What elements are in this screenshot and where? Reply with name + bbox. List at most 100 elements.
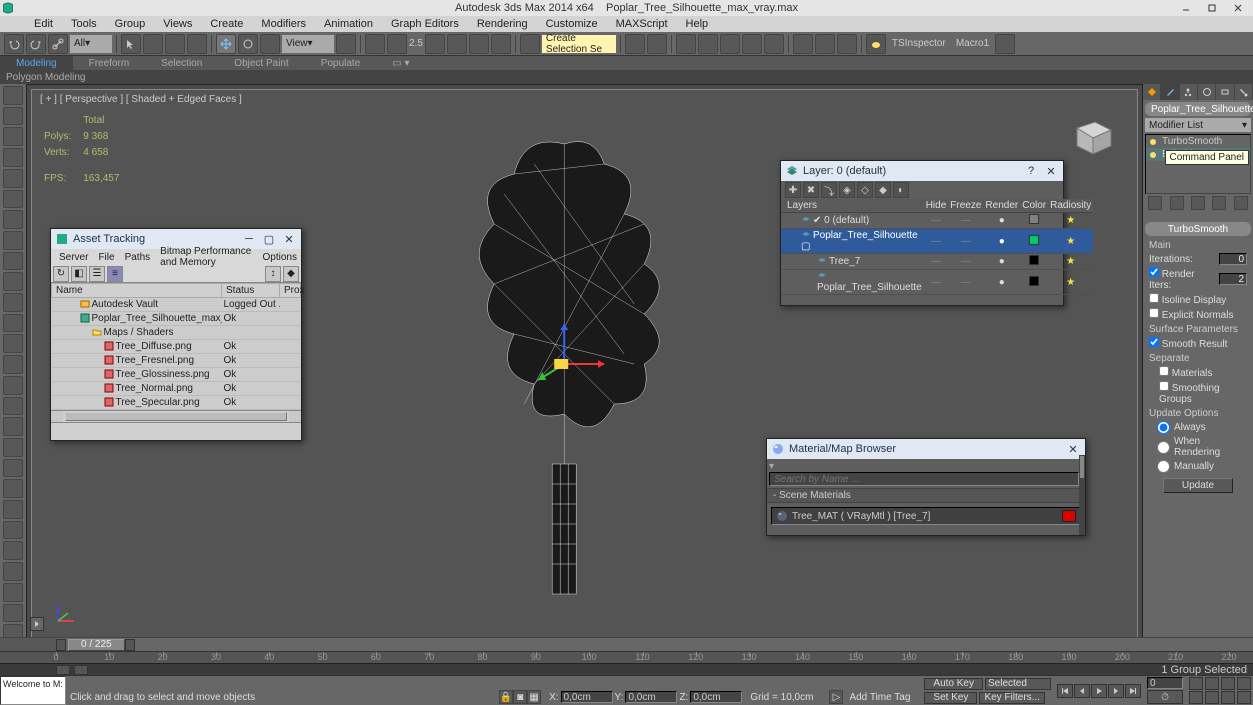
trackbar-filter[interactable] bbox=[74, 665, 88, 675]
asset-row[interactable]: Maps / Shaders bbox=[52, 326, 301, 340]
lt-btn-8[interactable] bbox=[3, 231, 23, 250]
cmd-tab-motion[interactable] bbox=[1198, 84, 1216, 100]
menu-rendering[interactable]: Rendering bbox=[469, 18, 536, 30]
percent-snap-button[interactable] bbox=[469, 34, 489, 54]
lt-btn-2[interactable] bbox=[3, 107, 23, 126]
next-frame-button[interactable] bbox=[1108, 684, 1124, 698]
layer-manager-button[interactable] bbox=[676, 34, 696, 54]
layer-row[interactable]: Poplar_Tree_Silhouette ▢——●★ bbox=[781, 229, 1093, 254]
render-iters-checkbox[interactable] bbox=[1149, 267, 1159, 277]
trackbar-key-mode[interactable] bbox=[56, 665, 70, 675]
asset-tree-button[interactable]: ☰ bbox=[89, 266, 105, 282]
asset-tracking-dialog[interactable]: Asset Tracking ─ ▢ ✕ ServerFilePathsBitm… bbox=[50, 228, 302, 441]
lt-btn-17[interactable] bbox=[3, 417, 23, 436]
ribbon-tab-freeform[interactable]: Freeform bbox=[73, 56, 146, 70]
cmd-tab-create[interactable] bbox=[1143, 84, 1161, 100]
isolate-button[interactable]: ◙ bbox=[513, 690, 527, 704]
asset-menu-paths[interactable]: Paths bbox=[121, 252, 155, 263]
menu-modifiers[interactable]: Modifiers bbox=[253, 18, 314, 30]
rotate-button[interactable] bbox=[238, 34, 258, 54]
lt-btn-25[interactable] bbox=[3, 583, 23, 602]
menu-views[interactable]: Views bbox=[155, 18, 200, 30]
ribbon-tab-populate[interactable]: Populate bbox=[305, 56, 376, 70]
render-setup-button[interactable] bbox=[793, 34, 813, 54]
close-button[interactable] bbox=[1225, 0, 1251, 16]
lt-btn-20[interactable] bbox=[3, 479, 23, 498]
render-button[interactable] bbox=[837, 34, 857, 54]
teapot-icon[interactable] bbox=[866, 34, 886, 54]
menu-group[interactable]: Group bbox=[107, 18, 154, 30]
lt-btn-12[interactable] bbox=[3, 314, 23, 333]
lt-btn-16[interactable] bbox=[3, 397, 23, 416]
object-name-field[interactable]: Poplar_Tree_Silhouette bbox=[1145, 102, 1251, 116]
toolbar-expand-button[interactable] bbox=[30, 617, 44, 631]
layer-current-button[interactable]: ◆ bbox=[875, 182, 891, 198]
layers-col-layers[interactable]: Layers bbox=[781, 199, 924, 213]
window-crossing-button[interactable] bbox=[187, 34, 207, 54]
current-frame-input[interactable] bbox=[1147, 677, 1183, 689]
explicit-checkbox[interactable] bbox=[1149, 308, 1159, 318]
maxscript-mini-listener[interactable]: Welcome to M: bbox=[0, 676, 66, 705]
stack-show-end-button[interactable] bbox=[1170, 196, 1184, 210]
redo-button[interactable] bbox=[26, 34, 46, 54]
graphite-button[interactable] bbox=[698, 34, 718, 54]
add-time-tag[interactable]: Add Time Tag bbox=[849, 692, 910, 703]
cmd-tab-display[interactable] bbox=[1216, 84, 1234, 100]
nav-zoom-ext-button[interactable] bbox=[1237, 677, 1251, 690]
x-input[interactable] bbox=[561, 691, 613, 703]
asset-table[interactable]: Name Status Prox Autodesk VaultLogged Ou… bbox=[51, 283, 301, 410]
pivot-center-button[interactable] bbox=[336, 34, 356, 54]
viewport-label[interactable]: [ + ] [ Perspective ] [ Shaded + Edged F… bbox=[40, 94, 242, 105]
asset-hscrollbar[interactable]: ◂ ▸ bbox=[51, 410, 301, 422]
modifier-list-dropdown[interactable]: Modifier List▾ bbox=[1145, 118, 1251, 132]
asset-menu-options[interactable]: Options bbox=[259, 252, 301, 263]
ribbon-tab-selection[interactable]: Selection bbox=[145, 56, 218, 70]
lt-btn-19[interactable] bbox=[3, 459, 23, 478]
lt-btn-7[interactable] bbox=[3, 210, 23, 229]
menu-create[interactable]: Create bbox=[202, 18, 251, 30]
coord-system-dropdown[interactable]: View▾ bbox=[282, 35, 334, 53]
nav-minmax-button[interactable] bbox=[1237, 691, 1251, 704]
stack-item-turbosmooth[interactable]: TurboSmooth bbox=[1146, 135, 1250, 148]
scale-button[interactable] bbox=[260, 34, 280, 54]
layer-row[interactable]: ✔ 0 (default)——●★ bbox=[781, 213, 1093, 229]
asset-row[interactable]: Tree_Fresnel.pngOk bbox=[52, 354, 301, 368]
menu-customize[interactable]: Customize bbox=[538, 18, 606, 30]
material-editor-button[interactable] bbox=[764, 34, 784, 54]
asset-menu-bitmap-performance-and-memory[interactable]: Bitmap Performance and Memory bbox=[156, 246, 256, 268]
stack-item-editable-poly[interactable]: Editable Poly bbox=[1146, 148, 1250, 161]
asset-max-button[interactable]: ▢ bbox=[261, 232, 277, 246]
menu-animation[interactable]: Animation bbox=[316, 18, 381, 30]
layer-new-button[interactable]: ✚ bbox=[785, 182, 801, 198]
key-mode-dropdown[interactable]: Selected bbox=[985, 678, 1051, 690]
align-button[interactable] bbox=[647, 34, 667, 54]
macro-label[interactable]: Macro1 bbox=[952, 38, 993, 49]
render-iters-input[interactable] bbox=[1219, 273, 1247, 285]
manipulate-button[interactable] bbox=[365, 34, 385, 54]
stack-pin-button[interactable] bbox=[1148, 196, 1162, 210]
menu-help[interactable]: Help bbox=[678, 18, 717, 30]
asset-row[interactable]: Tree_Diffuse.pngOk bbox=[52, 340, 301, 354]
lt-btn-23[interactable] bbox=[3, 541, 23, 560]
mirror-button[interactable] bbox=[625, 34, 645, 54]
material-scrollbar[interactable] bbox=[1079, 455, 1085, 535]
key-filters-button[interactable]: Key Filters... bbox=[979, 692, 1045, 704]
update-always-radio[interactable] bbox=[1157, 421, 1170, 434]
layers-table[interactable]: Layers Hide Freeze Render Color Radiosit… bbox=[781, 199, 1093, 295]
asset-row[interactable]: Poplar_Tree_Silhouette_max_vray.maxOk bbox=[52, 312, 301, 326]
minimize-button[interactable] bbox=[1173, 0, 1199, 16]
menu-edit[interactable]: Edit bbox=[26, 18, 61, 30]
asset-col-name[interactable]: Name bbox=[52, 284, 222, 298]
nav-zoom-button[interactable] bbox=[1205, 677, 1219, 690]
z-input[interactable] bbox=[690, 691, 742, 703]
lt-btn-3[interactable] bbox=[3, 127, 23, 146]
ribbon-tab-modeling[interactable]: Modeling bbox=[0, 56, 73, 70]
matmap-close-button[interactable]: ✕ bbox=[1065, 442, 1081, 456]
lt-btn-21[interactable] bbox=[3, 500, 23, 519]
ribbon-collapse-icon[interactable]: ▭ ▾ bbox=[376, 56, 425, 70]
lt-btn-26[interactable] bbox=[3, 604, 23, 623]
nav-pan-button[interactable] bbox=[1189, 677, 1203, 690]
set-key-button[interactable]: Set Key bbox=[924, 692, 977, 704]
layer-delete-button[interactable]: ✖ bbox=[803, 182, 819, 198]
stack-remove-button[interactable] bbox=[1212, 196, 1226, 210]
